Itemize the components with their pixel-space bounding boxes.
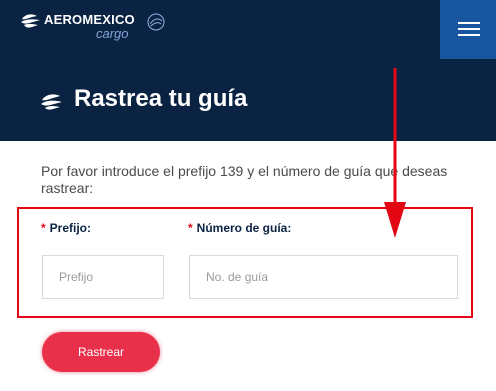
brand-name: AEROMEXICO [44,12,135,27]
intro-text: Por favor introduce el prefijo 139 y el … [41,163,448,196]
hamburger-icon-bar-middle [458,28,480,30]
red-arrow-annotation [384,68,406,238]
hamburger-icon-bar-top [458,22,480,24]
top-navigation-bar: AEROMEXICO cargo [0,0,496,59]
prefix-input[interactable] [42,255,164,299]
guide-number-label-text: Número de guía: [196,221,292,235]
page-title: Rastrea tu guía [74,85,248,112]
hamburger-icon-bar-bottom [458,34,480,36]
aeromexico-knight-icon [41,94,62,110]
guide-number-label: * Número de guía: [188,221,291,235]
track-button[interactable]: Rastrear [42,332,160,372]
aeromexico-logo-icon [21,14,40,28]
prefix-label-text: Prefijo: [49,221,92,235]
skyteam-seal-icon [147,13,165,31]
required-marker: * [188,221,193,235]
page-banner: Rastrea tu guía [0,59,496,141]
menu-button[interactable] [440,0,496,59]
required-marker: * [41,221,46,235]
brand-subtitle: cargo [96,26,129,41]
prefix-label: * Prefijo: [41,221,91,235]
aeromexico-cargo-logo[interactable]: AEROMEXICO cargo [20,10,165,46]
guide-number-input[interactable] [189,255,458,299]
